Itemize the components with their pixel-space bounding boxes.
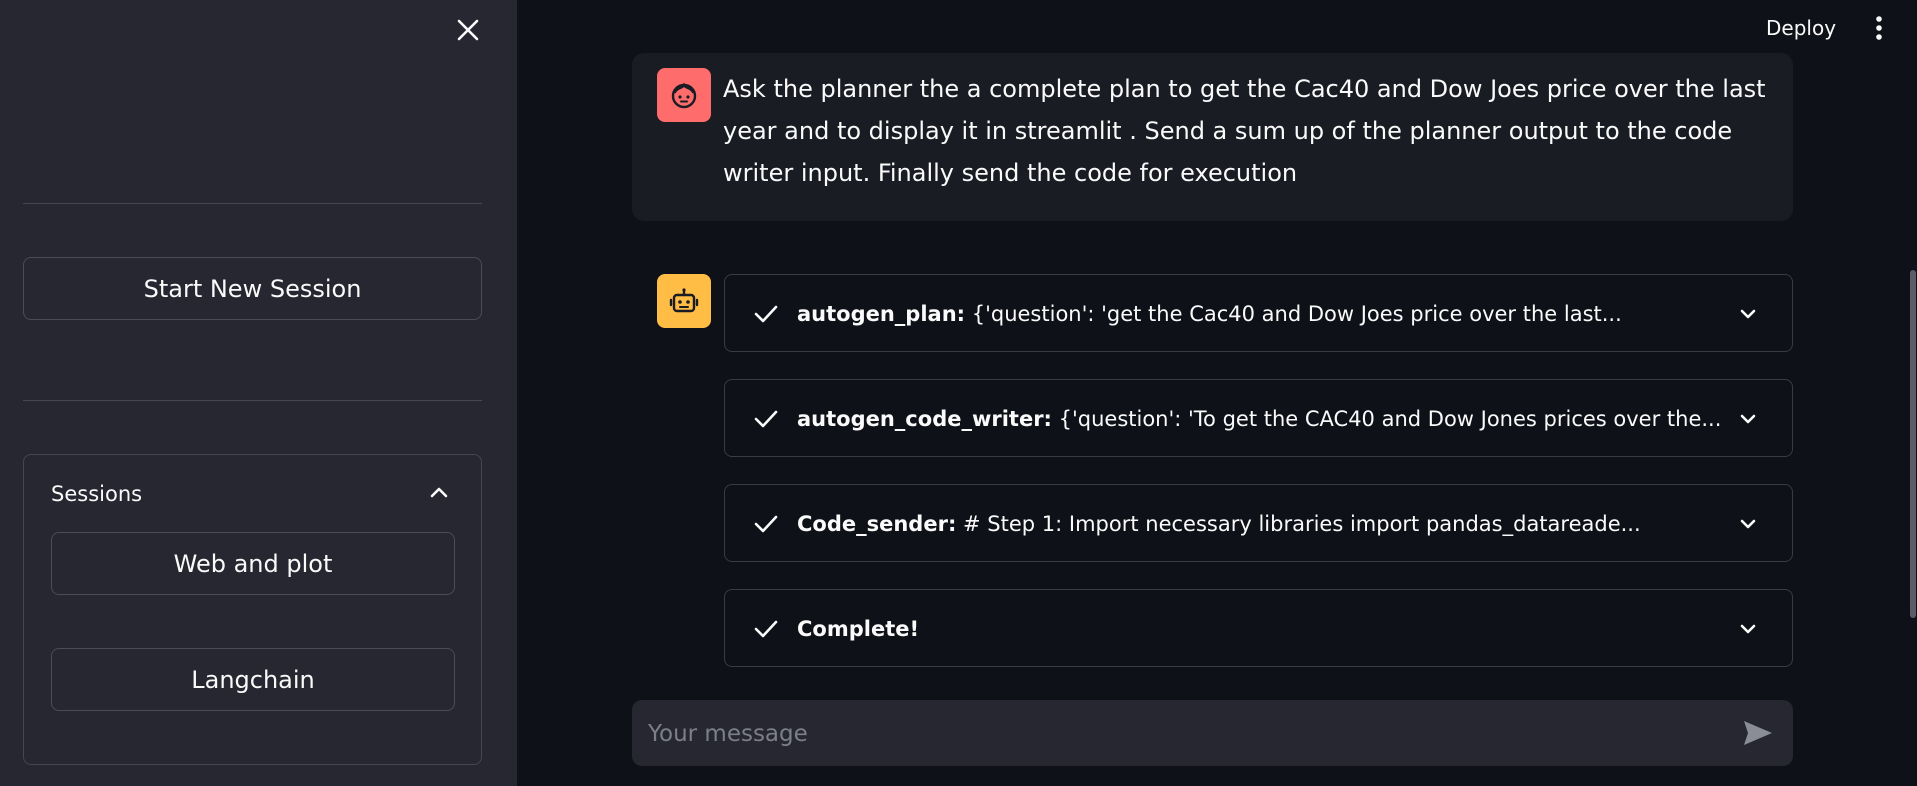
sidebar: Start New Session Sessions Web and plot …: [0, 0, 517, 786]
step-detail: {'question': 'To get the CAC40 and Dow J…: [1051, 407, 1722, 431]
main-scrollbar-thumb[interactable]: [1910, 270, 1916, 618]
check-icon: [754, 515, 778, 533]
chat-input-container: [632, 700, 1793, 768]
session-item-langchain[interactable]: Langchain: [51, 648, 455, 711]
step-label: autogen_code_writer: {'question': 'To ge…: [797, 404, 1721, 434]
sidebar-divider: [23, 203, 482, 204]
user-message-text: Ask the planner the a complete plan to g…: [723, 75, 1766, 187]
status-step-autogen-plan[interactable]: autogen_plan: {'question': 'get the Cac4…: [724, 274, 1793, 352]
status-step-complete[interactable]: Complete!: [724, 589, 1793, 667]
robot-icon: [669, 288, 699, 313]
step-label: Code_sender: # Step 1: Import necessary …: [797, 509, 1641, 539]
check-icon: [754, 410, 778, 428]
step-detail: # Step 1: Import necessary libraries imp…: [956, 512, 1641, 536]
sessions-title: Sessions: [51, 482, 143, 506]
chevron-down-icon: [1740, 519, 1756, 529]
assistant-avatar: [657, 274, 711, 328]
step-name: Complete!: [797, 617, 920, 641]
session-item-web-and-plot[interactable]: Web and plot: [51, 532, 455, 595]
send-icon: [1744, 721, 1772, 745]
close-sidebar-button[interactable]: [452, 14, 484, 46]
user-avatar: [657, 68, 711, 122]
start-new-session-button[interactable]: Start New Session: [23, 257, 482, 320]
status-step-code-sender[interactable]: Code_sender: # Step 1: Import necessary …: [724, 484, 1793, 562]
chevron-down-icon: [1740, 309, 1756, 319]
step-name: autogen_plan:: [797, 302, 966, 326]
step-label: autogen_plan: {'question': 'get the Cac4…: [797, 299, 1622, 329]
step-name: Code_sender:: [797, 512, 957, 536]
sessions-expander: Sessions Web and plot Langchain: [23, 454, 482, 765]
step-detail: {'question': 'get the Cac40 and Dow Joes…: [965, 302, 1622, 326]
sidebar-divider: [23, 400, 482, 401]
step-label: Complete!: [797, 614, 919, 644]
chevron-down-icon: [1740, 624, 1756, 634]
main-menu-button[interactable]: [1867, 10, 1891, 46]
deploy-button[interactable]: Deploy: [1752, 12, 1850, 44]
check-icon: [754, 620, 778, 638]
app: Start New Session Sessions Web and plot …: [0, 0, 1917, 786]
chevron-up-icon: [430, 487, 448, 498]
chevron-down-icon: [1740, 414, 1756, 424]
send-button[interactable]: [1740, 716, 1776, 750]
user-face-icon: [671, 82, 697, 109]
chat-message-input[interactable]: [646, 700, 1710, 768]
sessions-expander-header[interactable]: Sessions: [24, 455, 481, 525]
step-name: autogen_code_writer:: [797, 407, 1052, 431]
check-icon: [754, 305, 778, 323]
more-vertical-icon: [1876, 16, 1882, 40]
status-step-autogen-code-writer[interactable]: autogen_code_writer: {'question': 'To ge…: [724, 379, 1793, 457]
close-icon: [457, 19, 479, 41]
